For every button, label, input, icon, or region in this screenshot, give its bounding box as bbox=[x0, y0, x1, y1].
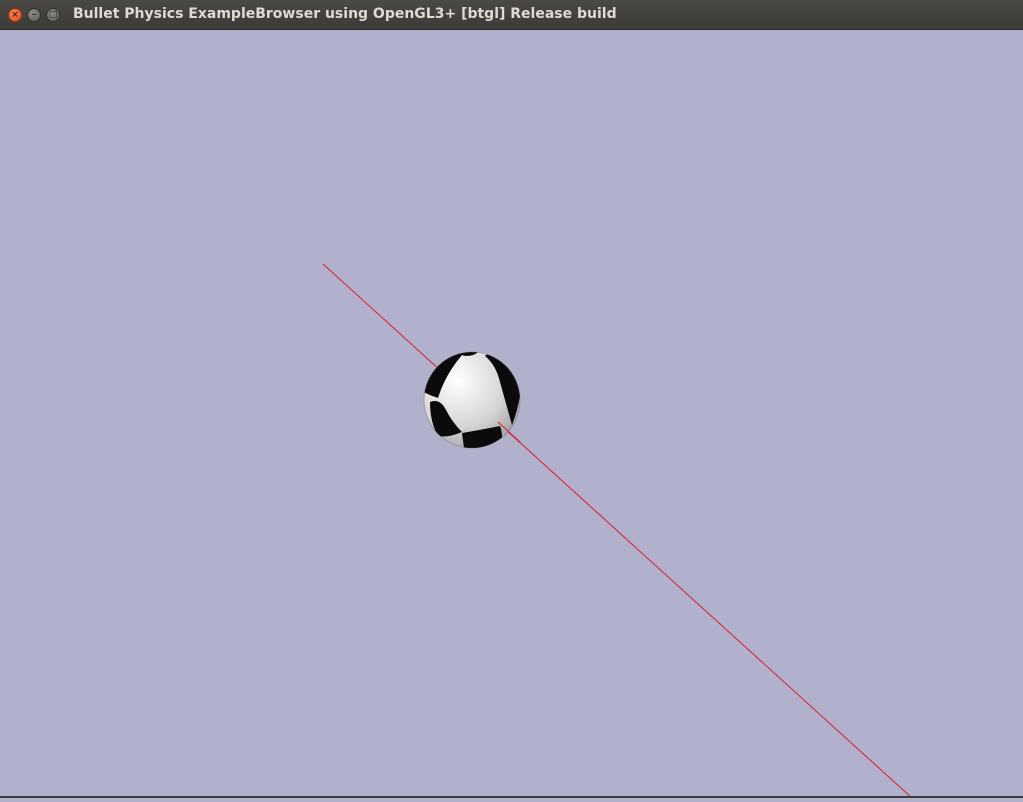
scene-canvas[interactable] bbox=[0, 30, 1023, 799]
minimize-icon[interactable]: – bbox=[27, 8, 41, 22]
maximize-icon[interactable]: □ bbox=[46, 8, 60, 22]
app-window: × – □ Bullet Physics ExampleBrowser usin… bbox=[0, 0, 1023, 799]
render-viewport[interactable] bbox=[0, 30, 1023, 799]
debug-line bbox=[322, 263, 913, 799]
window-title: Bullet Physics ExampleBrowser using Open… bbox=[73, 6, 617, 22]
title-bar[interactable]: × – □ Bullet Physics ExampleBrowser usin… bbox=[0, 0, 1023, 30]
close-icon[interactable]: × bbox=[8, 8, 22, 22]
checkered-sphere[interactable] bbox=[420, 349, 522, 449]
